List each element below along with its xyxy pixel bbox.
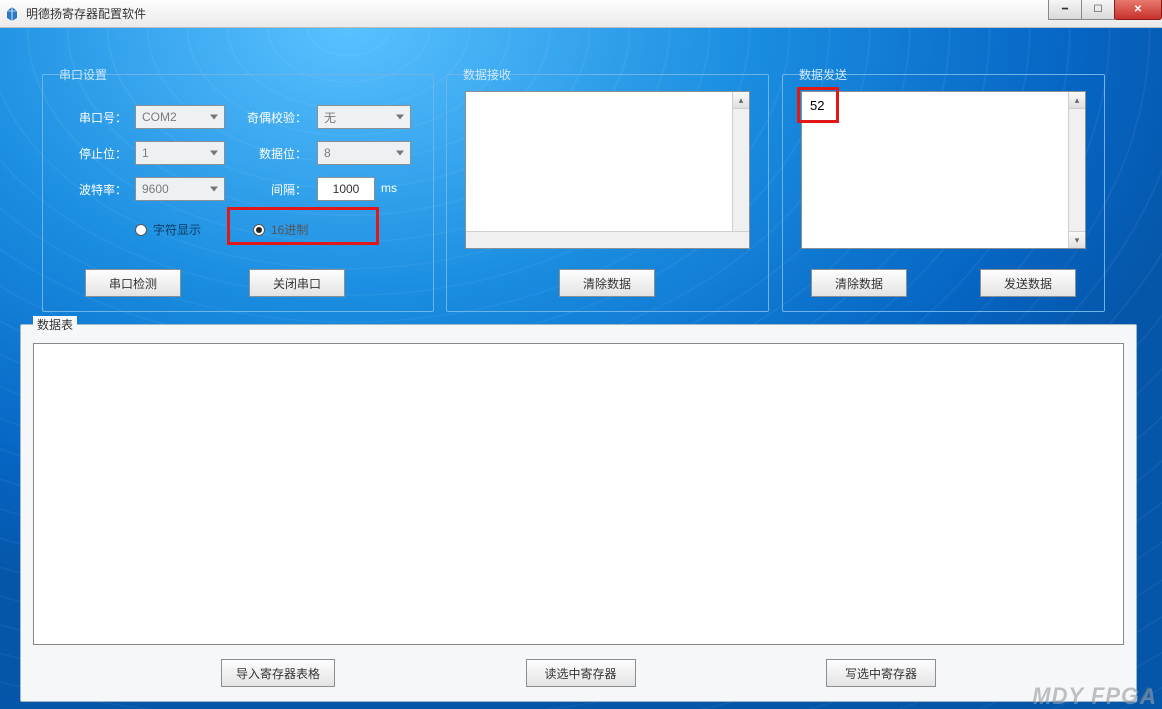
send-clear-label: 清除数据 [835, 275, 883, 292]
close-button[interactable]: ✕ [1114, 0, 1162, 20]
scroll-up-icon: ▴ [1069, 92, 1085, 109]
watermark-text: MDY FPGA [1032, 683, 1156, 709]
stopbits-combo[interactable]: 1 [135, 141, 225, 165]
write-register-label: 写选中寄存器 [845, 665, 917, 682]
char-display-label: 字符显示 [153, 221, 201, 238]
send-data-label: 发送数据 [1004, 275, 1052, 292]
port-combo[interactable]: COM2 [135, 105, 225, 129]
interval-unit: ms [381, 181, 403, 195]
databits-value: 8 [324, 146, 331, 160]
chevron-down-icon [210, 187, 218, 192]
scrollbar-horizontal[interactable] [466, 231, 749, 248]
data-receive-group: 数据接收 ▴ ▾ 清除数据 [446, 74, 769, 312]
close-port-button[interactable]: 关闭串口 [249, 269, 345, 297]
table-group-title: 数据表 [33, 316, 77, 333]
window-title: 明德扬寄存器配置软件 [26, 5, 146, 22]
read-register-label: 读选中寄存器 [544, 665, 616, 682]
close-port-label: 关闭串口 [273, 275, 321, 292]
port-value: COM2 [142, 110, 177, 124]
register-table[interactable] [33, 343, 1124, 645]
parity-combo[interactable]: 无 [317, 105, 411, 129]
recv-textarea[interactable]: ▴ ▾ [465, 91, 750, 249]
baud-value: 9600 [142, 182, 169, 196]
detect-port-label: 串口检测 [109, 275, 157, 292]
recv-content [466, 92, 749, 100]
minimize-button[interactable]: ━ [1048, 0, 1082, 20]
close-icon: ✕ [1134, 5, 1142, 15]
recv-clear-button[interactable]: 清除数据 [559, 269, 655, 297]
send-group-title: 数据发送 [795, 66, 851, 83]
scrollbar-vertical[interactable]: ▴ ▾ [1068, 92, 1085, 248]
table-button-row: 导入寄存器表格 读选中寄存器 写选中寄存器 [21, 659, 1136, 687]
title-bar: 明德扬寄存器配置软件 ━ ☐ ✕ [0, 0, 1162, 28]
interval-label: 间隔： [241, 181, 307, 198]
chevron-down-icon [210, 115, 218, 120]
chevron-down-icon [210, 151, 218, 156]
write-register-button[interactable]: 写选中寄存器 [826, 659, 936, 687]
serial-settings-group: 串口设置 串口号： COM2 奇偶校验： 无 停止位： 1 数据位： 8 波特率… [42, 74, 434, 312]
read-register-button[interactable]: 读选中寄存器 [526, 659, 636, 687]
data-table-group: 数据表 导入寄存器表格 读选中寄存器 写选中寄存器 [20, 324, 1137, 702]
scroll-up-icon: ▴ [733, 92, 749, 109]
send-clear-button[interactable]: 清除数据 [811, 269, 907, 297]
stopbits-value: 1 [142, 146, 149, 160]
baud-label: 波特率： [73, 181, 127, 198]
databits-combo[interactable]: 8 [317, 141, 411, 165]
serial-group-title: 串口设置 [55, 66, 111, 83]
import-table-label: 导入寄存器表格 [236, 665, 320, 682]
scroll-down-icon: ▾ [1069, 231, 1085, 248]
port-label: 串口号： [73, 109, 127, 126]
data-send-group: 数据发送 52 ▴ ▾ 清除数据 发送数据 [782, 74, 1105, 312]
hex-display-label: 16进制 [271, 221, 308, 238]
interval-input[interactable]: 1000 [317, 177, 375, 201]
chevron-down-icon [396, 115, 404, 120]
chevron-down-icon [396, 151, 404, 156]
parity-label: 奇偶校验： [241, 109, 307, 126]
send-content: 52 [802, 92, 1085, 119]
detect-port-button[interactable]: 串口检测 [85, 269, 181, 297]
window-controls: ━ ☐ ✕ [1049, 0, 1162, 20]
maximize-icon: ☐ [1094, 5, 1103, 15]
import-table-button[interactable]: 导入寄存器表格 [221, 659, 335, 687]
char-display-radio[interactable]: 字符显示 [135, 221, 201, 238]
databits-label: 数据位： [241, 145, 307, 162]
send-data-button[interactable]: 发送数据 [980, 269, 1076, 297]
minimize-icon: ━ [1062, 5, 1068, 15]
recv-clear-label: 清除数据 [583, 275, 631, 292]
stopbits-label: 停止位： [73, 145, 127, 162]
baud-combo[interactable]: 9600 [135, 177, 225, 201]
interval-value: 1000 [333, 182, 360, 196]
radio-icon [253, 224, 265, 236]
client-area: 串口设置 串口号： COM2 奇偶校验： 无 停止位： 1 数据位： 8 波特率… [0, 28, 1162, 709]
maximize-button[interactable]: ☐ [1081, 0, 1115, 20]
hex-display-radio[interactable]: 16进制 [253, 221, 308, 238]
scrollbar-vertical[interactable]: ▴ ▾ [732, 92, 749, 248]
radio-icon [135, 224, 147, 236]
app-icon [4, 6, 20, 22]
parity-value: 无 [324, 109, 336, 126]
send-textarea[interactable]: 52 ▴ ▾ [801, 91, 1086, 249]
recv-group-title: 数据接收 [459, 66, 515, 83]
